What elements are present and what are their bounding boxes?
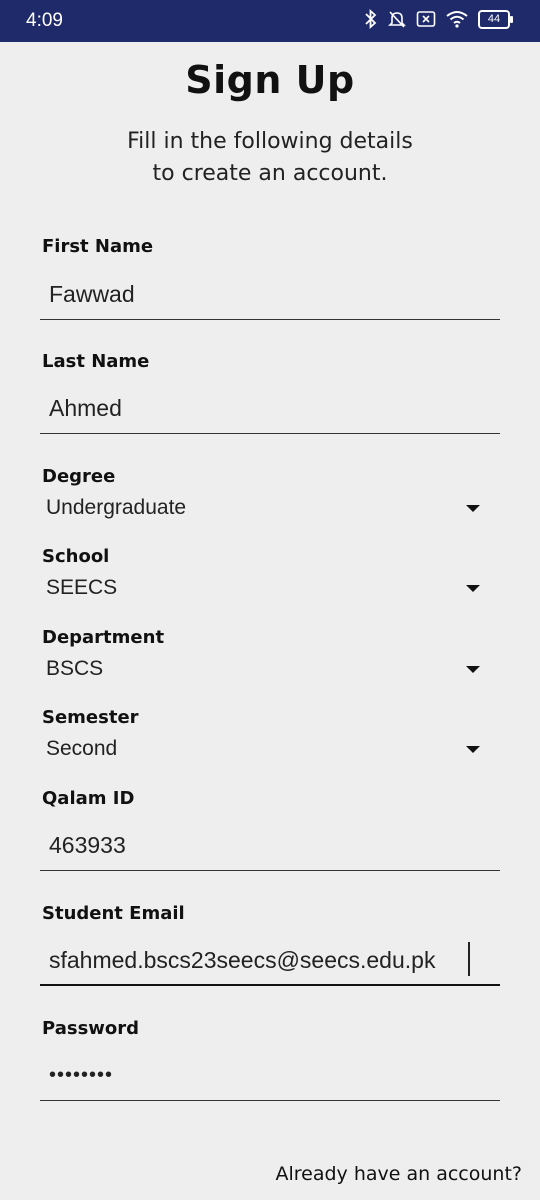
- student-email-input[interactable]: [40, 936, 500, 986]
- status-bar: 4:09 44: [0, 0, 540, 42]
- password-label: Password: [42, 1018, 140, 1039]
- student-email-label: Student Email: [42, 903, 185, 924]
- text-cursor: [468, 942, 470, 976]
- status-time: 4:09: [26, 10, 63, 31]
- battery-icon: 44: [478, 9, 513, 29]
- degree-dropdown[interactable]: Undergraduate: [40, 492, 500, 524]
- status-icons: 44: [364, 9, 513, 29]
- semester-label: Semester: [42, 707, 139, 728]
- bluetooth-icon: [364, 9, 378, 29]
- first-name-input[interactable]: [40, 270, 500, 320]
- school-dropdown[interactable]: SEECS: [40, 572, 500, 604]
- password-input[interactable]: [40, 1051, 500, 1101]
- page-subtitle: Fill in the following details to create …: [0, 126, 540, 190]
- sim-disabled-icon: [416, 10, 436, 28]
- subtitle-line-1: Fill in the following details: [127, 129, 413, 154]
- dropdown-arrow-icon: [466, 665, 480, 673]
- degree-label: Degree: [42, 466, 116, 487]
- department-selected-value: BSCS: [46, 657, 104, 680]
- last-name-input[interactable]: [40, 384, 500, 434]
- wifi-icon: [445, 10, 469, 28]
- department-label: Department: [42, 627, 165, 648]
- dropdown-arrow-icon: [466, 504, 480, 512]
- degree-selected-value: Undergraduate: [46, 496, 187, 519]
- dropdown-arrow-icon: [466, 745, 480, 753]
- first-name-label: First Name: [42, 236, 154, 257]
- department-dropdown[interactable]: BSCS: [40, 653, 500, 685]
- last-name-label: Last Name: [42, 351, 150, 372]
- school-label: School: [42, 546, 110, 567]
- qalam-id-label: Qalam ID: [42, 788, 135, 809]
- dropdown-arrow-icon: [466, 584, 480, 592]
- school-selected-value: SEECS: [46, 576, 118, 599]
- semester-dropdown[interactable]: Second: [40, 733, 500, 765]
- semester-selected-value: Second: [46, 737, 118, 760]
- bell-muted-icon: [387, 9, 407, 29]
- page-title: Sign Up: [185, 58, 355, 102]
- login-link[interactable]: Already have an account?: [275, 1163, 522, 1185]
- subtitle-line-2: to create an account.: [152, 161, 388, 186]
- qalam-id-input[interactable]: [40, 821, 500, 871]
